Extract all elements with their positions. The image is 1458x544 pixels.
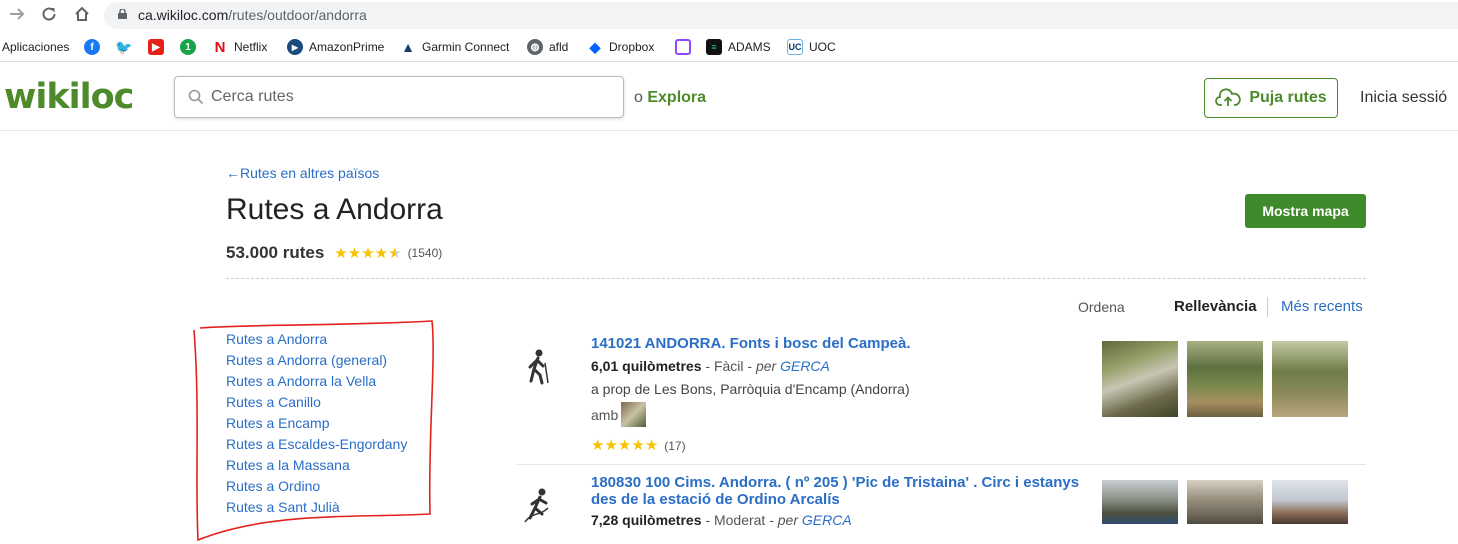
trail-meta: 7,28 quilòmetres - Moderat - per GERCA xyxy=(591,512,852,528)
trail-photo[interactable] xyxy=(1187,341,1263,417)
twitter-icon: 🐦 xyxy=(115,38,133,55)
red-annotation-outline xyxy=(193,320,434,542)
upload-routes-button[interactable]: Puja rutes xyxy=(1204,78,1338,118)
author-link[interactable]: GERCA xyxy=(802,512,852,528)
trail-photo[interactable] xyxy=(1187,480,1263,524)
trail-photo[interactable] xyxy=(1272,480,1348,524)
bookmark-apps[interactable]: Aplicaciones xyxy=(2,38,69,56)
home-icon[interactable] xyxy=(71,5,93,27)
star-icon: ★ xyxy=(347,244,362,262)
bookmarks-bar: Aplicaciones f 🐦 ▶ 1 N Netflix ▶ AmazonPri… xyxy=(0,32,1458,62)
sort-label: Ordena xyxy=(1078,299,1125,315)
url-bar[interactable]: ca.wikiloc.com/rutes/outdoor/andorra xyxy=(104,2,1458,29)
lock-icon xyxy=(118,9,127,19)
wikiloc-logo[interactable]: wikiloc xyxy=(4,77,134,117)
search-box[interactable] xyxy=(174,76,624,118)
youtube-icon: ▶ xyxy=(148,39,164,55)
cloud-upload-icon xyxy=(1215,88,1242,106)
star-icon: ★ xyxy=(361,244,375,262)
reload-icon[interactable] xyxy=(38,5,60,27)
trail-title[interactable]: 180830 100 Cims. Andorra. ( nº 205 ) 'Pi… xyxy=(591,474,1081,508)
summary-row: 53.000 rutes ★ ★ ★ ★ ★ (1540) xyxy=(226,243,442,263)
url-text: ca.wikiloc.com/rutes/outdoor/andorra xyxy=(138,7,367,23)
bookmark-youtube[interactable]: ▶ xyxy=(148,38,170,56)
star-icon: ★ xyxy=(631,437,645,454)
bookmark-dropbox[interactable]: ◆ Dropbox xyxy=(587,38,654,56)
trail-card[interactable]: 180830 100 Cims. Andorra. ( nº 205 ) 'Pi… xyxy=(517,474,1366,544)
trail-card[interactable]: 141021 ANDORRA. Fonts i bosc del Campeà.… xyxy=(517,334,1366,462)
back-link[interactable]: ←Rutes en altres països xyxy=(226,165,379,181)
trail-meta: 6,01 quilòmetres - Fàcil - per GERCA xyxy=(591,358,830,374)
trail-location: a prop de Les Bons, Parròquia d'Encamp (… xyxy=(591,381,910,397)
star-icon: ★ xyxy=(617,437,632,454)
trail-separator xyxy=(517,464,1366,465)
star-icon: ★ xyxy=(604,437,618,454)
routes-count: 53.000 rutes xyxy=(226,243,325,262)
uoc-icon: UC xyxy=(787,39,803,55)
author-link[interactable]: GERCA xyxy=(780,358,830,374)
half-star-icon: ★ xyxy=(388,244,402,262)
bookmark-afld[interactable]: ◍ afld xyxy=(527,38,568,56)
search-input[interactable] xyxy=(211,85,611,109)
bookmark-twitch[interactable] xyxy=(675,38,697,56)
bookmark-netflix[interactable]: N Netflix xyxy=(212,38,267,56)
sort-relevance[interactable]: Rellevància xyxy=(1174,298,1257,315)
bookmark-adams[interactable]: ≡ ADAMS xyxy=(706,38,771,56)
rating-count: (1540) xyxy=(407,246,443,260)
trail-photo[interactable] xyxy=(1102,480,1178,524)
sort-recent[interactable]: Més recents xyxy=(1281,298,1363,315)
page-title: Rutes a Andorra xyxy=(226,193,443,226)
forward-icon[interactable] xyxy=(6,5,28,27)
bookmark-twitter[interactable]: 🐦 xyxy=(115,38,138,56)
explore-link[interactable]: Explora xyxy=(647,89,706,106)
trail-companions: amb xyxy=(591,402,647,427)
trail-photo[interactable] xyxy=(1102,341,1178,417)
companion-avatar[interactable] xyxy=(621,402,647,427)
facebook-icon: f xyxy=(84,39,100,55)
trail-rating-count: (17) xyxy=(664,438,686,453)
mountaineering-icon xyxy=(524,488,549,523)
dropbox-icon: ◆ xyxy=(587,39,603,55)
bookmark-amazonprime[interactable]: ▶ AmazonPrime xyxy=(287,38,384,56)
search-icon xyxy=(188,89,204,105)
star-icon: ★ xyxy=(374,244,389,262)
bookmark-garmin[interactable]: ▲ Garmin Connect xyxy=(400,38,509,56)
star-icon: ★ xyxy=(334,244,348,262)
play-icon: ▶ xyxy=(287,39,303,55)
garmin-icon: ▲ xyxy=(400,39,416,55)
netflix-icon: N xyxy=(212,39,228,56)
number-one-icon: 1 xyxy=(180,39,196,55)
divider xyxy=(226,278,1366,279)
login-link[interactable]: Inicia sessió xyxy=(1360,89,1447,107)
trail-photo[interactable] xyxy=(1272,341,1348,417)
trail-photos xyxy=(1102,341,1357,417)
trail-photos xyxy=(1102,480,1357,524)
browser-toolbar: ca.wikiloc.com/rutes/outdoor/andorra xyxy=(0,0,1458,32)
bookmark-facebook[interactable]: f xyxy=(84,38,106,56)
bookmark-one[interactable]: 1 xyxy=(180,38,202,56)
hiking-icon xyxy=(528,349,549,385)
sort-separator xyxy=(1267,297,1268,317)
show-map-button[interactable]: Mostra mapa xyxy=(1245,194,1366,228)
star-icon: ★ xyxy=(644,437,659,454)
trail-title[interactable]: 141021 ANDORRA. Fonts i bosc del Campeà. xyxy=(591,335,1081,352)
explore-text: o Explora xyxy=(634,89,707,106)
twitch-icon xyxy=(675,39,691,55)
globe-icon: ◍ xyxy=(527,39,543,55)
trail-rating: ★ ★ ★ ★ ★ (17) xyxy=(591,438,686,453)
site-header: wikiloc o Explora Puja rutes Inicia sess… xyxy=(0,63,1458,131)
star-icon: ★ xyxy=(591,437,605,454)
rating-stars: ★ ★ ★ ★ ★ xyxy=(334,246,401,261)
bookmark-uoc[interactable]: UC UOC xyxy=(787,38,836,56)
adams-icon: ≡ xyxy=(706,39,722,55)
